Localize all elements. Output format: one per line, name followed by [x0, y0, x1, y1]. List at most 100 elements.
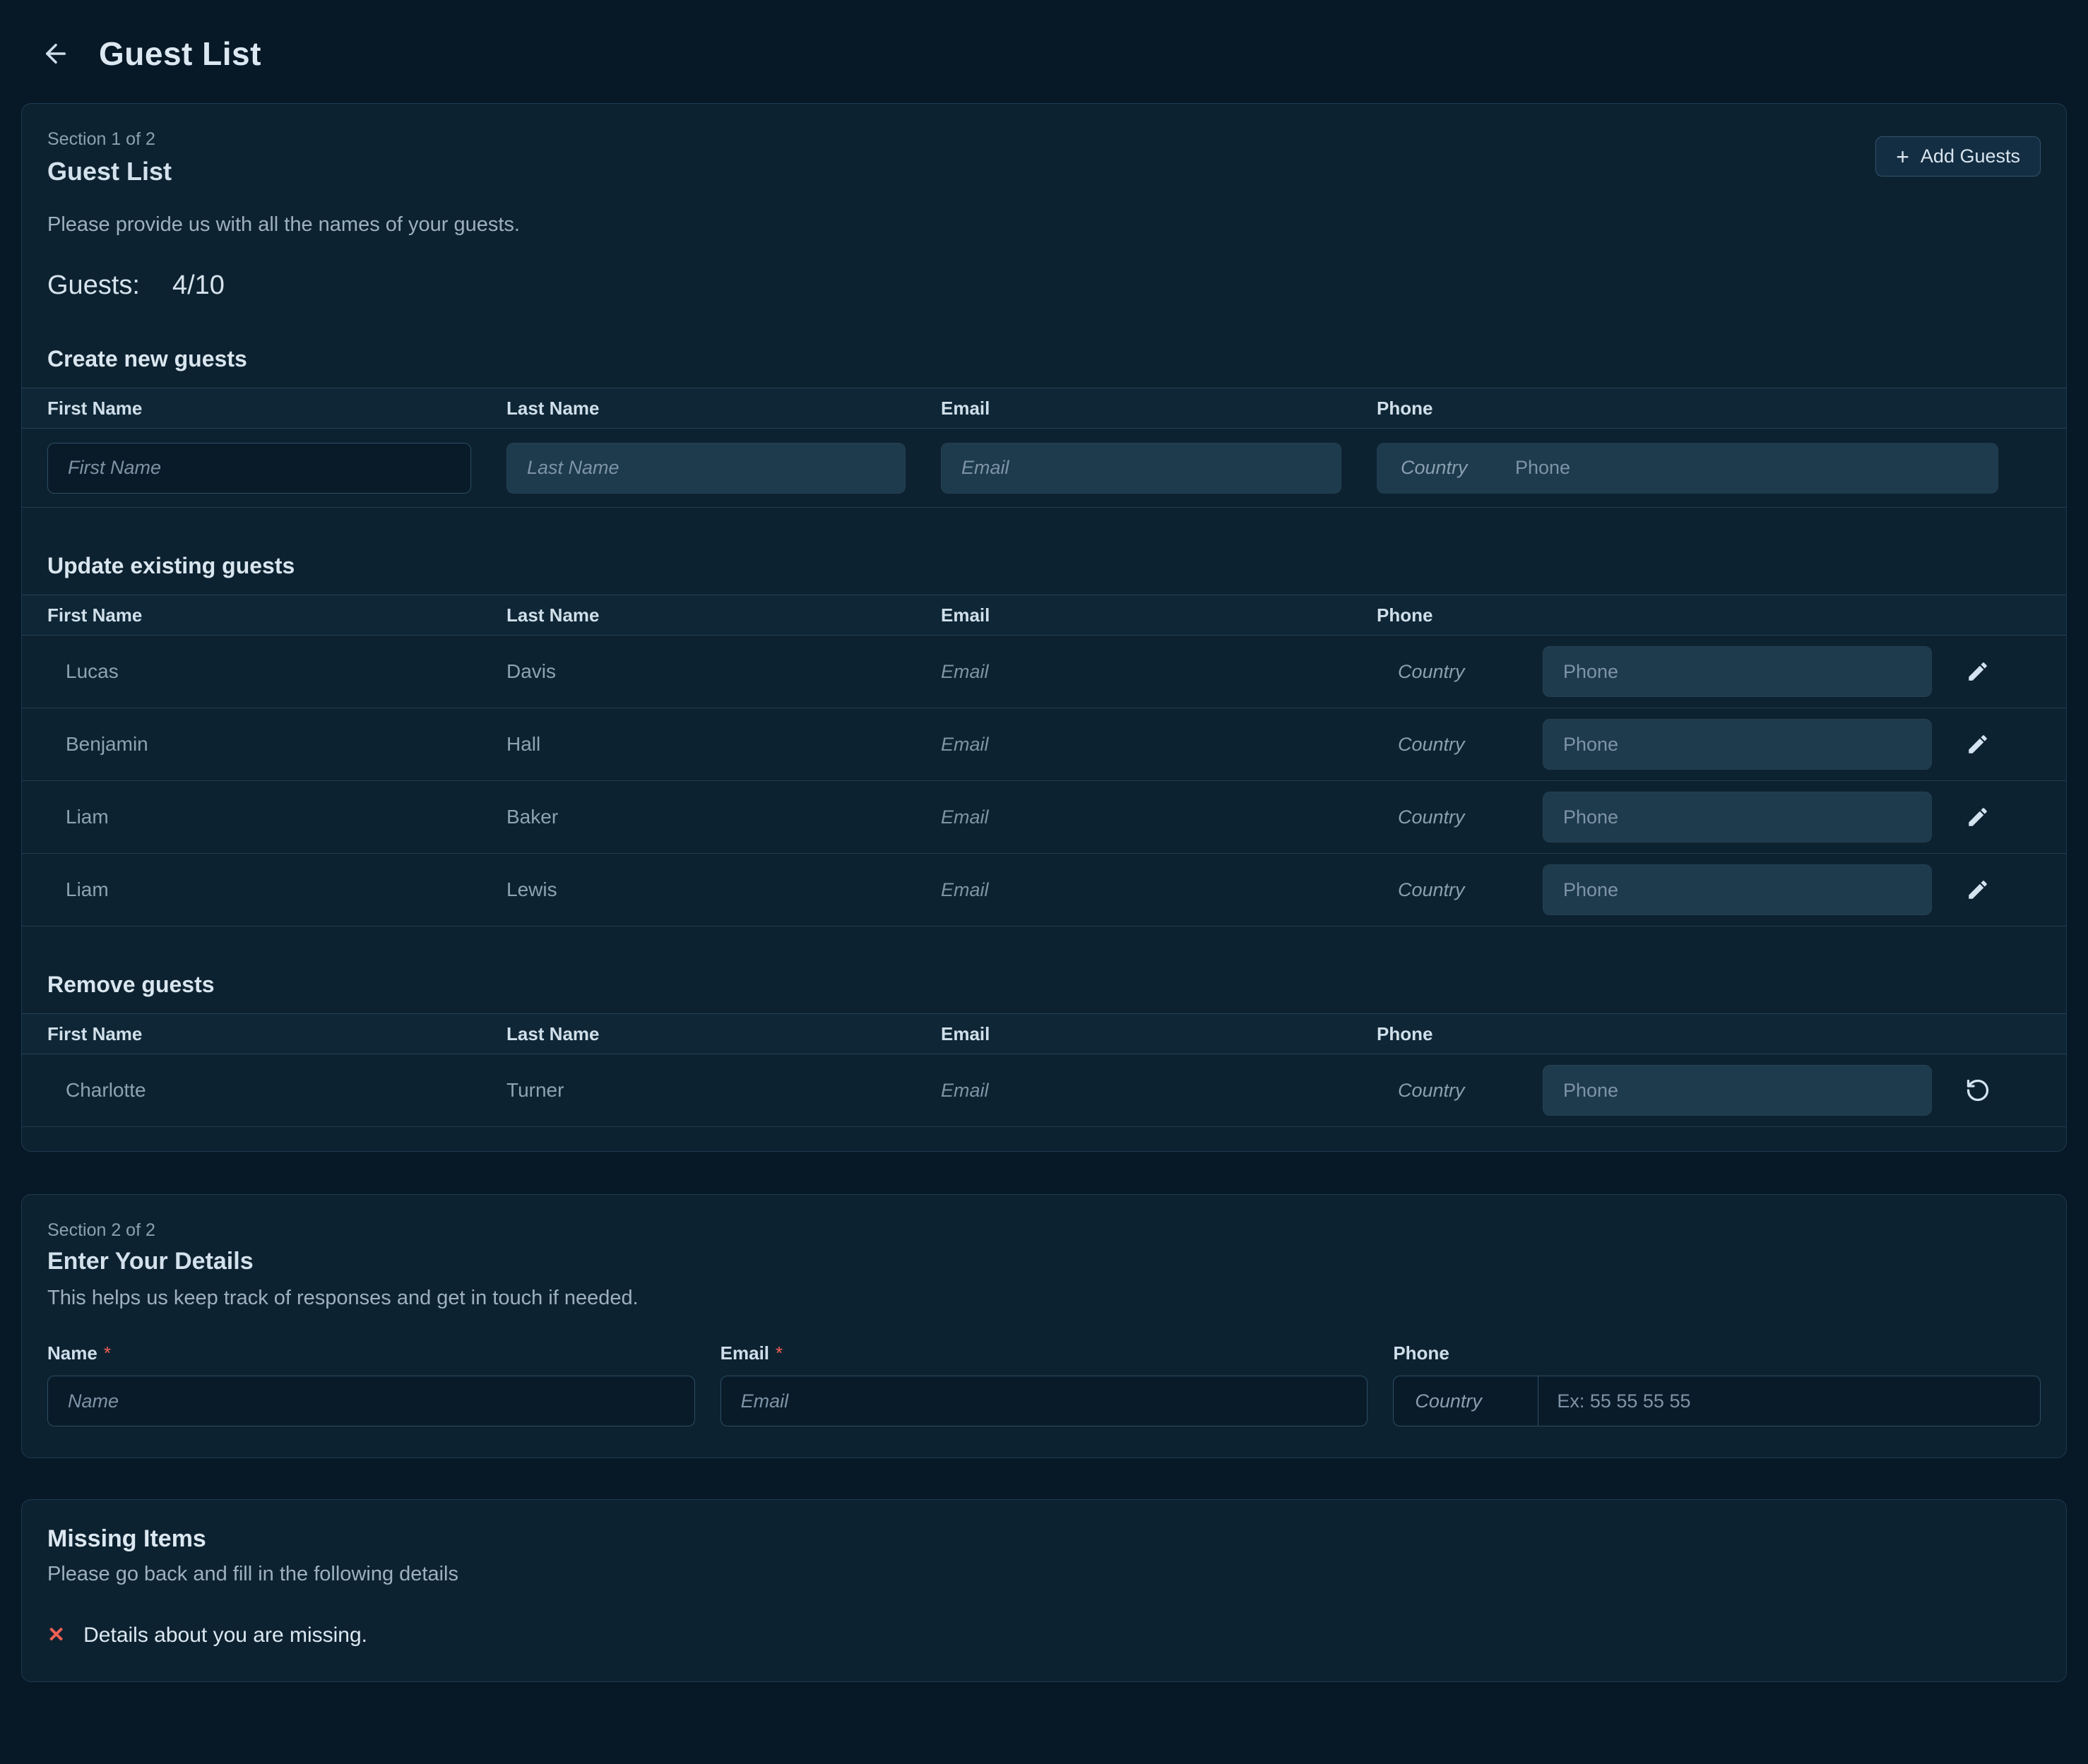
edit-guest-button[interactable] — [1962, 655, 1994, 688]
section-1-title: Guest List — [47, 157, 172, 186]
country-segment[interactable]: Country — [1394, 1376, 1538, 1426]
name-input[interactable] — [47, 1376, 695, 1426]
section-1-card: Section 1 of 2 Guest List + Add Guests P… — [21, 103, 2067, 1152]
guests-counter: Guests: 4/10 — [22, 270, 2066, 301]
edit-pencil-icon — [1966, 805, 1990, 829]
guest-first-name: Benjamin — [47, 733, 506, 756]
back-arrow-icon — [41, 39, 71, 68]
guest-email-placeholder: Email — [941, 734, 1377, 756]
guest-last-name: Lewis — [506, 878, 941, 901]
new-guest-phone-field[interactable]: Country — [1377, 443, 1998, 494]
missing-items-title: Missing Items — [47, 1525, 2041, 1553]
restore-guest-button[interactable] — [1962, 1074, 1994, 1107]
missing-items-card: Missing Items Please go back and fill in… — [21, 1499, 2067, 1682]
column-header-first-name: First Name — [47, 604, 506, 626]
column-header-first-name: First Name — [47, 1023, 506, 1045]
edit-pencil-icon — [1966, 732, 1990, 756]
remove-guests-header-row: First Name Last Name Email Phone — [22, 1013, 2066, 1054]
section-2-label: Section 2 of 2 — [47, 1220, 2041, 1241]
email-field: Email * — [720, 1342, 1368, 1426]
column-header-email: Email — [941, 604, 1377, 626]
new-guest-last-name-input[interactable] — [506, 443, 906, 494]
update-guests-header-row: First Name Last Name Email Phone — [22, 595, 2066, 636]
remove-guest-row: Charlotte Turner Email Country — [22, 1054, 2066, 1127]
column-header-first-name: First Name — [47, 398, 506, 419]
create-guest-row: Country — [22, 429, 2066, 508]
update-guest-row: Lucas Davis Email Country — [22, 636, 2066, 708]
guest-phone-input[interactable] — [1543, 646, 1932, 697]
column-header-phone: Phone — [1377, 1023, 2041, 1045]
column-header-last-name: Last Name — [506, 398, 941, 419]
top-bar: Guest List — [0, 0, 2088, 78]
guest-phone-input[interactable] — [1543, 1065, 1932, 1116]
guest-last-name: Davis — [506, 660, 941, 683]
phone-field: Phone Country — [1393, 1342, 2041, 1426]
guest-first-name: Lucas — [47, 660, 506, 683]
page-title: Guest List — [99, 35, 261, 73]
guest-email-placeholder: Email — [941, 879, 1377, 901]
add-guests-button[interactable]: + Add Guests — [1875, 136, 2041, 177]
section-2-card: Section 2 of 2 Enter Your Details This h… — [21, 1194, 2067, 1458]
edit-pencil-icon — [1966, 878, 1990, 902]
create-guests-header-row: First Name Last Name Email Phone — [22, 388, 2066, 429]
new-guest-email-input[interactable] — [941, 443, 1341, 494]
guests-counter-label: Guests: — [47, 270, 140, 301]
new-guest-country-placeholder[interactable]: Country — [1377, 457, 1515, 479]
create-guests-heading: Create new guests — [47, 346, 2041, 372]
guest-email-placeholder: Email — [941, 661, 1377, 683]
section-1-label: Section 1 of 2 — [47, 129, 172, 150]
x-icon: ✕ — [47, 1623, 65, 1647]
guest-phone-input[interactable] — [1543, 719, 1932, 770]
guest-first-name: Charlotte — [47, 1079, 506, 1102]
missing-item: ✕ Details about you are missing. — [47, 1623, 2041, 1653]
guest-phone-input[interactable] — [1543, 864, 1932, 915]
plus-icon: + — [1896, 145, 1909, 168]
edit-guest-button[interactable] — [1962, 801, 1994, 833]
new-guest-first-name-input[interactable] — [47, 443, 471, 494]
country-placeholder: Country — [1415, 1390, 1482, 1412]
column-header-last-name: Last Name — [506, 604, 941, 626]
update-guest-row: Benjamin Hall Email Country — [22, 708, 2066, 781]
email-input[interactable] — [720, 1376, 1368, 1426]
guest-last-name: Turner — [506, 1079, 941, 1102]
remove-guests-heading: Remove guests — [47, 972, 2041, 998]
update-guests-heading: Update existing guests — [47, 553, 2041, 579]
guest-country-placeholder: Country — [1377, 661, 1543, 683]
guests-counter-value: 4/10 — [172, 270, 225, 301]
column-header-email: Email — [941, 1023, 1377, 1045]
guest-country-placeholder: Country — [1377, 1080, 1543, 1102]
column-header-last-name: Last Name — [506, 1023, 941, 1045]
missing-item-text: Details about you are missing. — [83, 1623, 367, 1647]
edit-guest-button[interactable] — [1962, 728, 1994, 761]
email-label: Email — [720, 1342, 769, 1364]
name-label: Name — [47, 1342, 97, 1364]
column-header-phone: Phone — [1377, 604, 2041, 626]
update-guest-row: Liam Lewis Email Country — [22, 854, 2066, 926]
add-guests-label: Add Guests — [1921, 145, 2020, 167]
section-2-description: This helps us keep track of responses an… — [47, 1287, 2041, 1310]
column-header-email: Email — [941, 398, 1377, 419]
guest-first-name: Liam — [47, 806, 506, 828]
update-guest-row: Liam Baker Email Country — [22, 781, 2066, 854]
guest-country-placeholder: Country — [1377, 879, 1543, 901]
guest-first-name: Liam — [47, 878, 506, 901]
required-asterisk: * — [776, 1342, 783, 1364]
edit-guest-button[interactable] — [1962, 874, 1994, 906]
phone-input[interactable] — [1538, 1376, 2040, 1426]
column-header-phone: Phone — [1377, 398, 2041, 419]
phone-composite-field[interactable]: Country — [1393, 1376, 2041, 1426]
section-2-title: Enter Your Details — [47, 1248, 2041, 1275]
guest-last-name: Baker — [506, 806, 941, 828]
required-asterisk: * — [104, 1342, 111, 1364]
section-1-description: Please provide us with all the names of … — [22, 213, 2066, 237]
guest-last-name: Hall — [506, 733, 941, 756]
edit-pencil-icon — [1966, 660, 1990, 684]
phone-label: Phone — [1393, 1342, 1449, 1364]
guest-email-placeholder: Email — [941, 806, 1377, 828]
undo-icon — [1965, 1078, 1991, 1103]
guest-phone-input[interactable] — [1543, 792, 1932, 842]
name-field: Name * — [47, 1342, 695, 1426]
back-button[interactable] — [41, 39, 71, 68]
missing-items-description: Please go back and fill in the following… — [47, 1563, 2041, 1586]
new-guest-phone-input[interactable] — [1515, 457, 1998, 479]
